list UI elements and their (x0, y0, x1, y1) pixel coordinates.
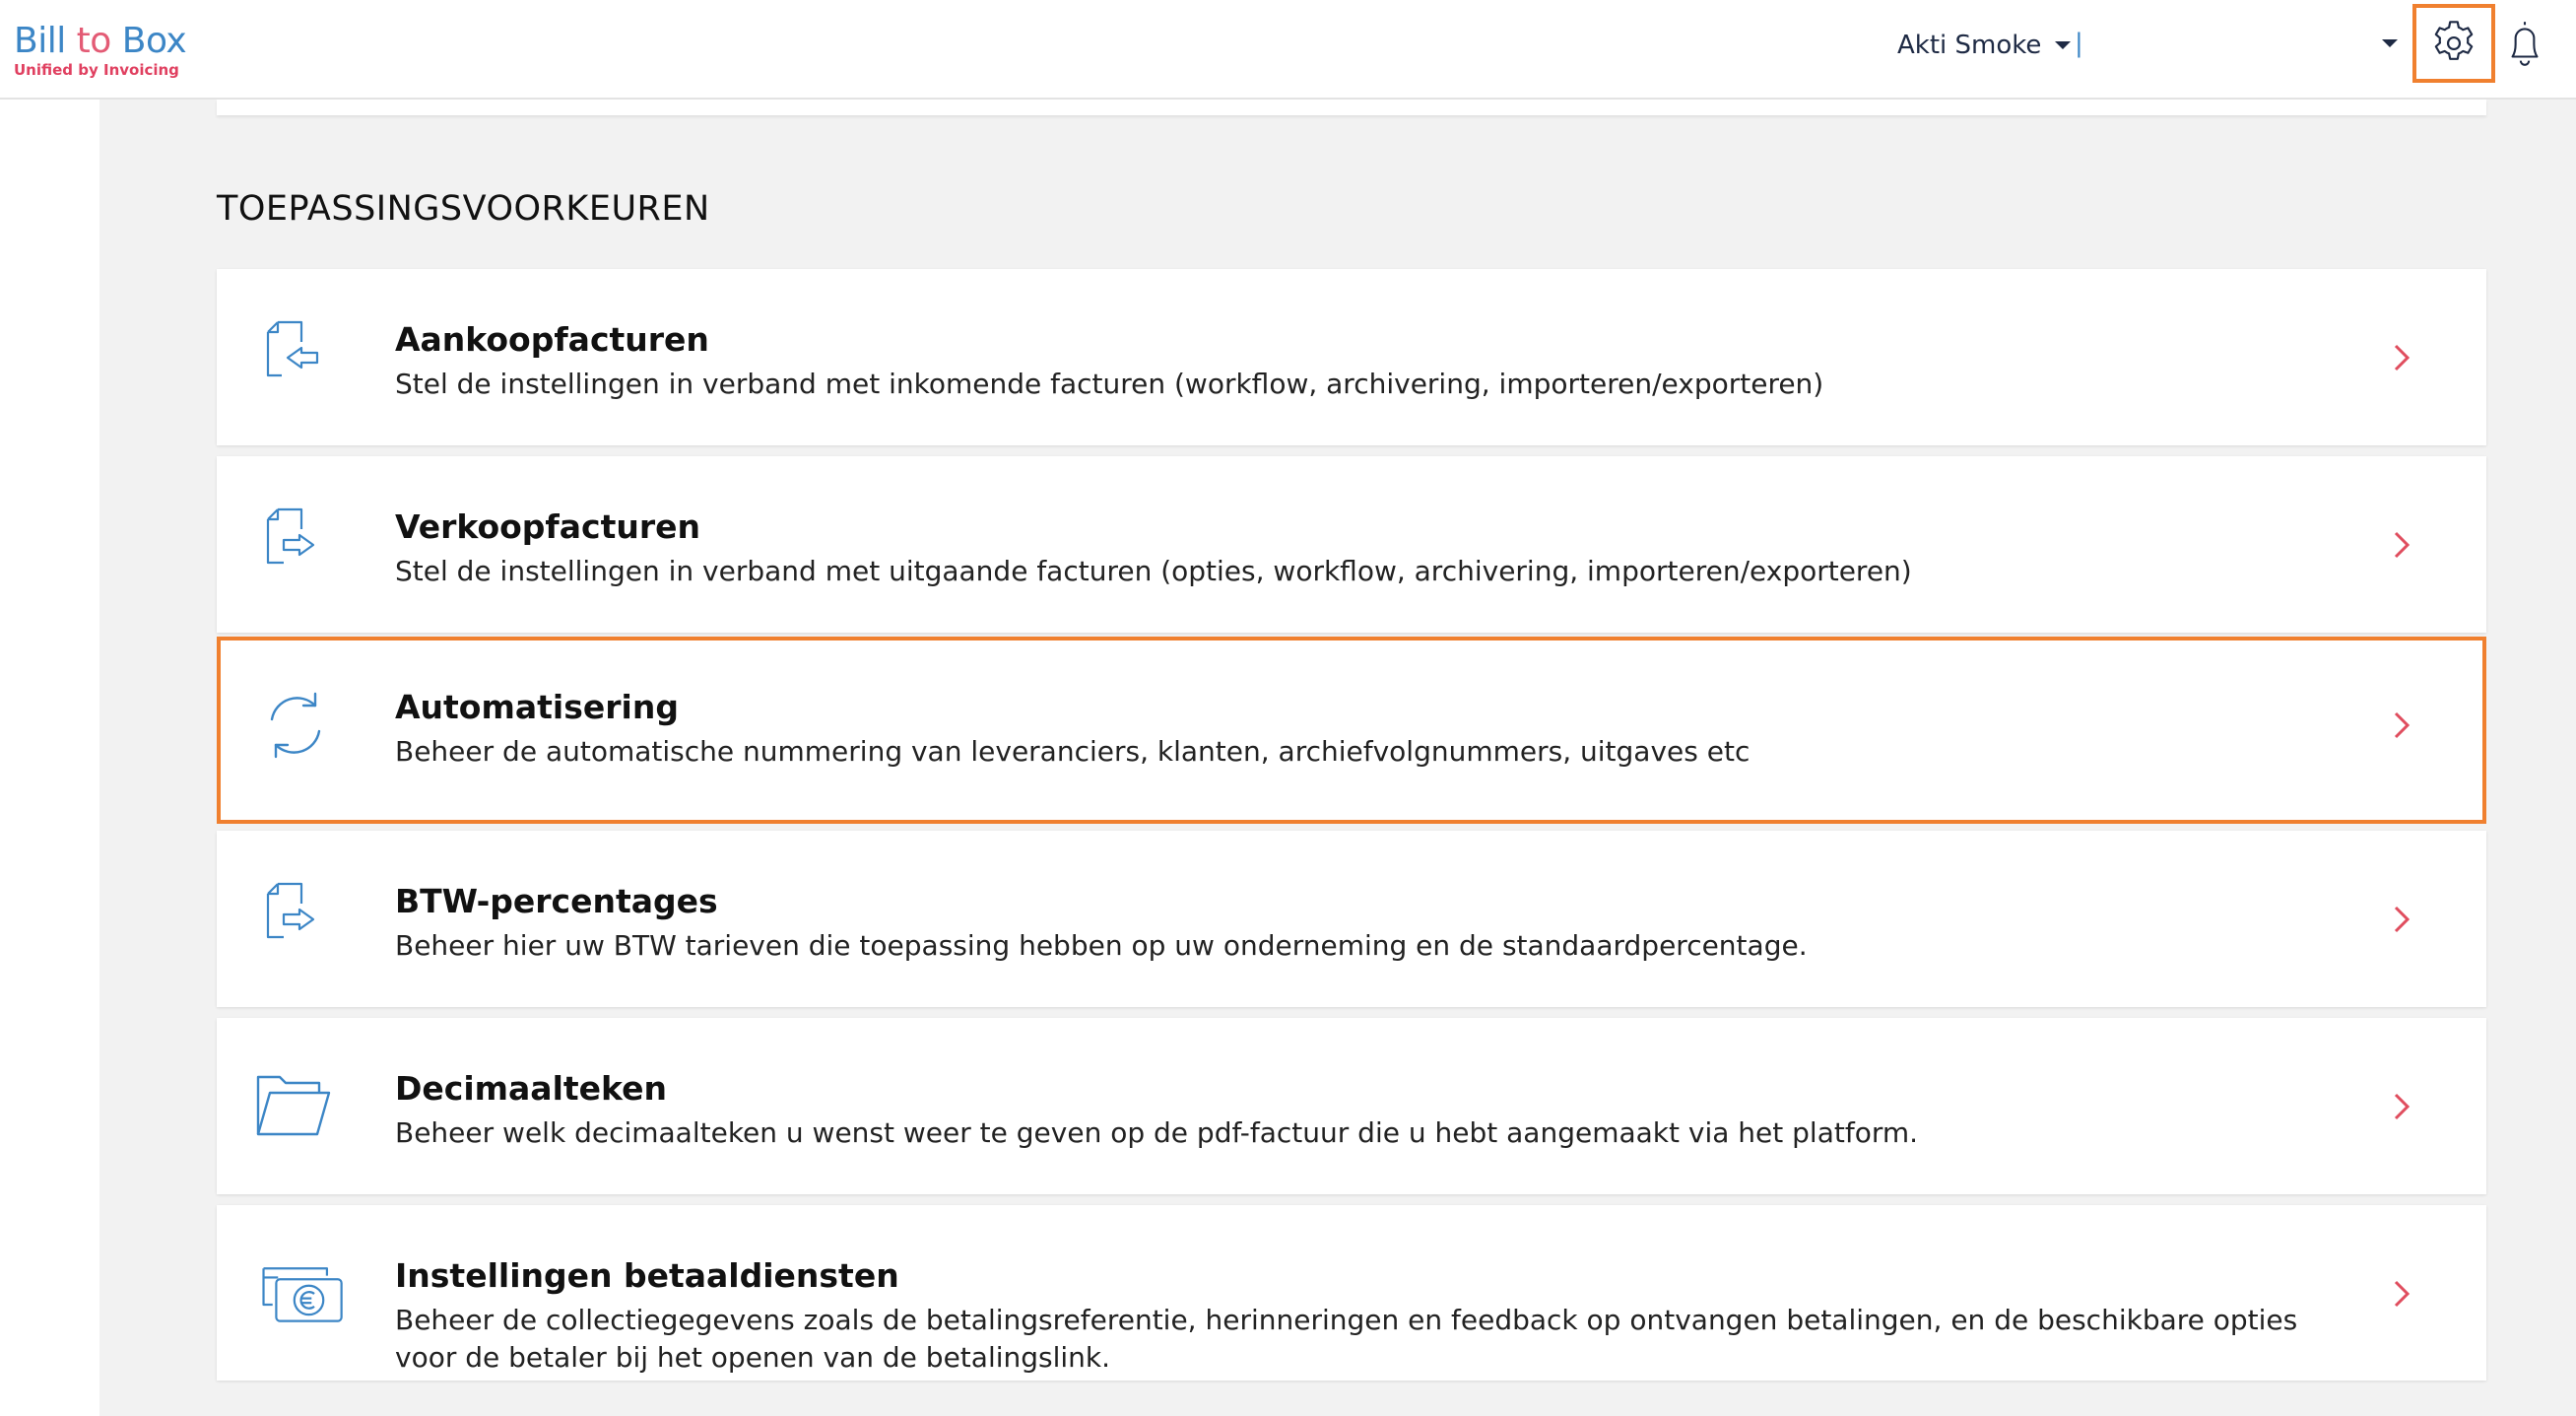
chevron-right-icon (2394, 344, 2411, 371)
euro-payment-icon (262, 1267, 343, 1322)
card-title: Aankoopfacturen (395, 320, 709, 359)
card-description: Beheer de collectiegegevens zoals de bet… (395, 1304, 2298, 1374)
settings-button[interactable] (2412, 4, 2495, 83)
user-menu-dropdown[interactable]: Akti Smoke (1897, 26, 2072, 65)
document-incoming-icon (266, 320, 319, 377)
settings-card-verkoopfacturen[interactable]: Verkoopfacturen Stel de instellingen in … (217, 456, 2486, 633)
settings-card-aankoopfacturen[interactable]: Aankoopfacturen Stel de instellingen in … (217, 269, 2486, 445)
notifications-button[interactable] (2502, 16, 2547, 71)
card-description: Beheer welk decimaalteken u wenst weer t… (395, 1116, 1919, 1149)
settings-card-instellingen-betaaldiensten[interactable]: Instellingen betaaldiensten Beheer de co… (217, 1205, 2486, 1381)
section-title: TOEPASSINGSVOORKEUREN (217, 189, 710, 229)
card-title: Instellingen betaaldiensten (395, 1256, 899, 1295)
logo-tagline: Unified by Invoicing (14, 61, 179, 79)
card-title: Decimaalteken (395, 1069, 667, 1108)
gear-icon (2434, 21, 2474, 60)
document-outgoing-icon (266, 882, 315, 939)
chevron-right-icon (2394, 906, 2411, 933)
logo[interactable]: Bill to Box Unified by Invoicing (14, 22, 201, 81)
settings-card-automatisering[interactable]: Automatisering Beheer de automatische nu… (217, 637, 2486, 824)
logo-wordmark: Bill to Box (14, 22, 201, 61)
refresh-icon (270, 692, 321, 759)
caret-down-icon (2055, 41, 2072, 49)
logo-word-to: to (76, 21, 112, 61)
chevron-right-icon (2394, 531, 2411, 559)
left-sidebar (0, 100, 99, 1416)
card-title: BTW-percentages (395, 882, 718, 920)
user-name: Akti Smoke (1897, 31, 2042, 60)
chevron-right-icon (2394, 711, 2411, 739)
card-title: Verkoopfacturen (395, 507, 701, 546)
card-description: Beheer hier uw BTW tarieven die toepassi… (395, 929, 1808, 962)
previous-card-edge (217, 100, 2486, 115)
settings-card-decimaalteken[interactable]: Decimaalteken Beheer welk decimaalteken … (217, 1018, 2486, 1194)
logo-word-bill: Bill (14, 21, 77, 61)
folder-open-icon (256, 1075, 331, 1136)
card-description: Stel de instellingen in verband met inko… (395, 368, 1824, 400)
logo-word-box: Box (110, 21, 187, 61)
card-description: Stel de instellingen in verband met uitg… (395, 555, 1912, 587)
chevron-right-icon (2394, 1093, 2411, 1120)
page: Bill to Box Unified by Invoicing Akti Sm… (0, 0, 2576, 1416)
chevron-right-icon (2394, 1280, 2411, 1308)
company-dropdown-caret-icon[interactable] (2382, 39, 2398, 47)
document-outgoing-icon (266, 507, 315, 565)
top-bar: Bill to Box Unified by Invoicing Akti Sm… (0, 0, 2576, 100)
header-separator: | (2075, 29, 2083, 58)
bell-icon (2511, 22, 2539, 66)
card-description: Beheer de automatische nummering van lev… (395, 735, 1750, 768)
settings-card-btw-percentages[interactable]: BTW-percentages Beheer hier uw BTW tarie… (217, 831, 2486, 1007)
card-title: Automatisering (395, 688, 679, 726)
